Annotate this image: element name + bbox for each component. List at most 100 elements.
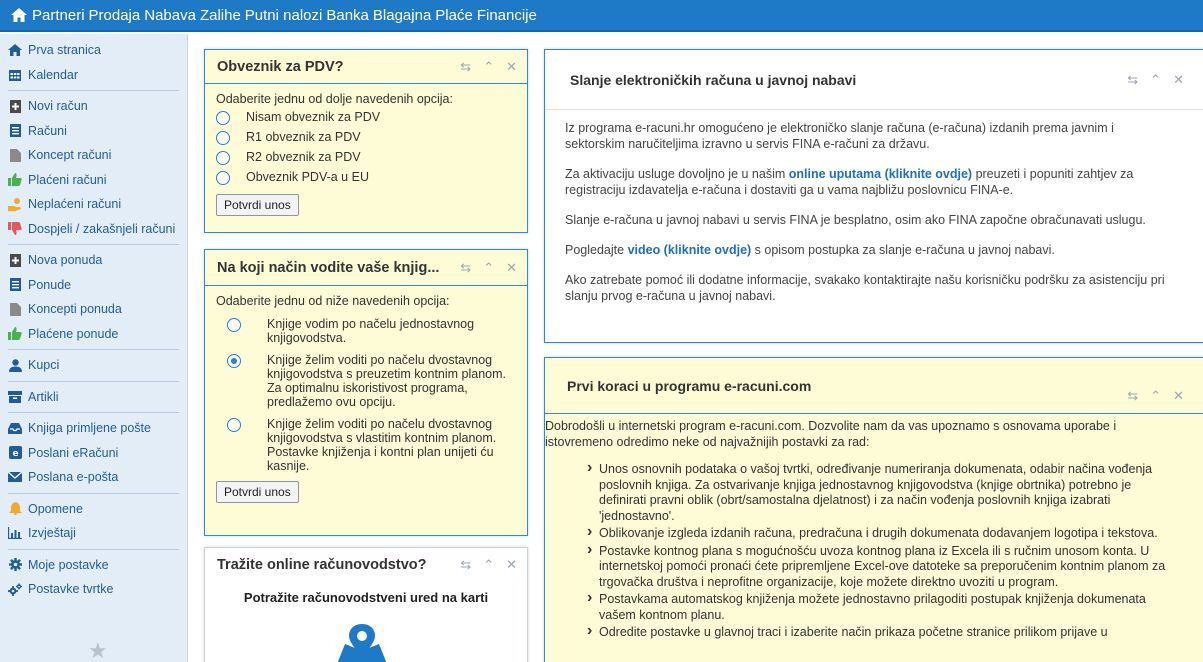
nav-putni-nalozi[interactable]: Putni nalozi — [245, 7, 323, 24]
sidebar-item-placeni-racuni[interactable]: Plaćeni računi — [8, 168, 181, 193]
radio-button[interactable] — [227, 418, 241, 432]
confirm-button[interactable]: Potvrdi unos — [216, 481, 299, 503]
sidebar-divider — [8, 244, 179, 245]
pdv-option[interactable]: R2 obveznik za PDV — [216, 150, 516, 165]
books-option[interactable]: Knjige želim voditi po načelu dvostavnog… — [227, 353, 516, 409]
user-icon — [8, 358, 22, 372]
new-document-icon — [8, 253, 22, 267]
collapse-icon[interactable]: ⌃ — [1150, 72, 1161, 88]
close-icon[interactable]: ✕ — [1173, 72, 1184, 88]
nav-banka[interactable]: Banka — [326, 7, 369, 24]
option-label: R1 obveznik za PDV — [246, 130, 361, 144]
map-subtitle: Potražite računovodstveni ured na karti — [243, 590, 489, 605]
nav-zalihe[interactable]: Zalihe — [200, 7, 241, 24]
sidebar-item-label: Izvještaji — [28, 526, 76, 541]
confirm-button[interactable]: Potvrdi unos — [216, 194, 299, 216]
sidebar-divider — [8, 90, 179, 91]
sidebar-item-placene-ponude[interactable]: Plaćene ponude — [8, 322, 181, 347]
sidebar-item-label: Dospjeli / zakašnjeli računi — [28, 221, 176, 236]
sidebar-item-label: Plaćeni računi — [28, 172, 107, 187]
sidebar-item-postavke-tvrtke[interactable]: Postavke tvrtke — [8, 577, 181, 602]
nav-partneri[interactable]: Partneri — [32, 7, 85, 24]
einvoice-paragraph: Za aktivaciju usluge dovoljno je u našim… — [565, 166, 1173, 198]
sidebar-item-label: Prva stranica — [28, 43, 101, 58]
books-panel: Na koji način vodite vaše knjig... ⇆ ⌃ ✕… — [204, 249, 528, 536]
pdv-option[interactable]: R1 obveznik za PDV — [216, 130, 516, 145]
sidebar-item-label: Neplaćeni računi — [28, 197, 122, 212]
sidebar-item-koncepti-ponuda[interactable]: Koncepti ponuda — [8, 297, 181, 322]
panel-controls: ⇆ ⌃ ✕ — [460, 50, 517, 84]
books-option[interactable]: Knjige vodim po načelu jednostavnog knji… — [227, 317, 516, 345]
sidebar-item-kalendar[interactable]: Kalendar — [8, 63, 181, 88]
option-label: Knjige želim voditi po načelu dvostavnog… — [267, 353, 507, 409]
sidebar-item-izvjestaji[interactable]: Izvještaji — [8, 521, 181, 546]
einvoice-panel: Slanje elektroničkih računa u javnoj nab… — [544, 49, 1203, 343]
sidebar-item-label: Novi račun — [28, 99, 88, 114]
collapse-icon[interactable]: ⌃ — [483, 557, 494, 573]
first-steps-intro: Dobrodošli u internetski program e-racun… — [545, 419, 1117, 449]
sidebar-item-label: Računi — [28, 123, 67, 138]
close-icon[interactable]: ✕ — [506, 59, 517, 75]
radio-button[interactable] — [216, 171, 230, 185]
option-label: Obveznik PDV-a u EU — [246, 170, 369, 184]
radio-button[interactable] — [216, 131, 230, 145]
first-steps-list: Unos osnovnih podataka o vašoj tvrtki, o… — [587, 460, 1179, 641]
radio-button-selected[interactable] — [227, 354, 241, 368]
panel-prompt: Odaberite jednu od niže navedenih opcija… — [216, 294, 450, 308]
e-invoice-icon: e — [8, 446, 22, 460]
text-fragment: s opisom postupka za slanje e-računa u j… — [751, 243, 1055, 257]
books-option[interactable]: Knjige želim voditi po načelu dvostavnog… — [227, 417, 516, 473]
sidebar-item-poslana-eposta[interactable]: Poslana e-pošta — [8, 465, 181, 490]
sidebar-item-label: Nova ponuda — [28, 253, 103, 268]
refresh-icon[interactable]: ⇆ — [460, 557, 471, 573]
sidebar-item-label: Plaćene ponude — [28, 326, 119, 341]
sidebar-item-nova-ponuda[interactable]: Nova ponuda — [8, 248, 181, 273]
star-icon[interactable]: ★ — [88, 638, 108, 662]
close-icon[interactable]: ✕ — [506, 260, 517, 276]
radio-button[interactable] — [227, 318, 241, 332]
nav-blagajna[interactable]: Blagajna — [373, 7, 431, 24]
pdv-option[interactable]: Nisam obveznik za PDV — [216, 110, 516, 125]
sidebar-item-label: Ponude — [28, 277, 72, 292]
refresh-icon[interactable]: ⇆ — [1127, 388, 1138, 404]
text-fragment: Za aktivaciju usluge dovoljno je u našim — [565, 167, 789, 181]
radio-button[interactable] — [216, 111, 230, 125]
sidebar-item-opomene[interactable]: Opomene — [8, 497, 181, 522]
sidebar-item-racuni[interactable]: Računi — [8, 119, 181, 144]
option-label: R2 obveznik za PDV — [246, 150, 361, 164]
sidebar-item-knjiga-primljene-poste[interactable]: Knjiga primljene pošte — [8, 416, 181, 441]
refresh-icon[interactable]: ⇆ — [460, 59, 471, 75]
sidebar-item-label: Moje postavke — [28, 557, 109, 572]
gear-icon — [8, 558, 22, 572]
sidebar-item-koncept-racuni[interactable]: Koncept računi — [8, 143, 181, 168]
nav-nabava[interactable]: Nabava — [144, 7, 196, 24]
collapse-icon[interactable]: ⌃ — [1150, 388, 1161, 404]
refresh-icon[interactable]: ⇆ — [460, 260, 471, 276]
sidebar-item-moje-postavke[interactable]: Moje postavke — [8, 553, 181, 578]
sidebar-item-novi-racun[interactable]: Novi račun — [8, 94, 181, 119]
collapse-icon[interactable]: ⌃ — [483, 260, 494, 276]
collapse-icon[interactable]: ⌃ — [483, 59, 494, 75]
close-icon[interactable]: ✕ — [1173, 388, 1184, 404]
home-icon[interactable] — [10, 6, 28, 24]
nav-place[interactable]: Plaće — [435, 7, 473, 24]
sidebar-item-neplaceni-racuni[interactable]: Neplaćeni računi — [8, 192, 181, 217]
video-link[interactable]: video (kliknite ovdje) — [628, 243, 752, 257]
panel-title: Obveznik za PDV? — [217, 58, 344, 75]
close-icon[interactable]: ✕ — [506, 557, 517, 573]
sidebar-item-artikli[interactable]: Artikli — [8, 385, 181, 410]
radio-button[interactable] — [216, 151, 230, 165]
sidebar-item-ponude[interactable]: Ponude — [8, 273, 181, 298]
sidebar-item-dospjeli-racuni[interactable]: Dospjeli / zakašnjeli računi — [8, 217, 181, 242]
online-instructions-link[interactable]: online uputama (kliknite ovdje) — [789, 167, 972, 181]
thumbs-up-icon — [8, 327, 22, 341]
map-pin-icon[interactable] — [337, 624, 387, 662]
nav-financije[interactable]: Financije — [477, 7, 537, 24]
online-accounting-panel: Tražite online računovodstvo? ⇆ ⌃ ✕ Potr… — [204, 547, 528, 662]
sidebar-item-prva-stranica[interactable]: Prva stranica — [8, 38, 181, 63]
sidebar-item-kupci[interactable]: Kupci — [8, 353, 181, 378]
nav-prodaja[interactable]: Prodaja — [89, 7, 141, 24]
refresh-icon[interactable]: ⇆ — [1127, 72, 1138, 88]
sidebar-item-poslani-eracuni[interactable]: e Poslani eRačuni — [8, 441, 181, 466]
pdv-option[interactable]: Obveznik PDV-a u EU — [216, 170, 516, 185]
